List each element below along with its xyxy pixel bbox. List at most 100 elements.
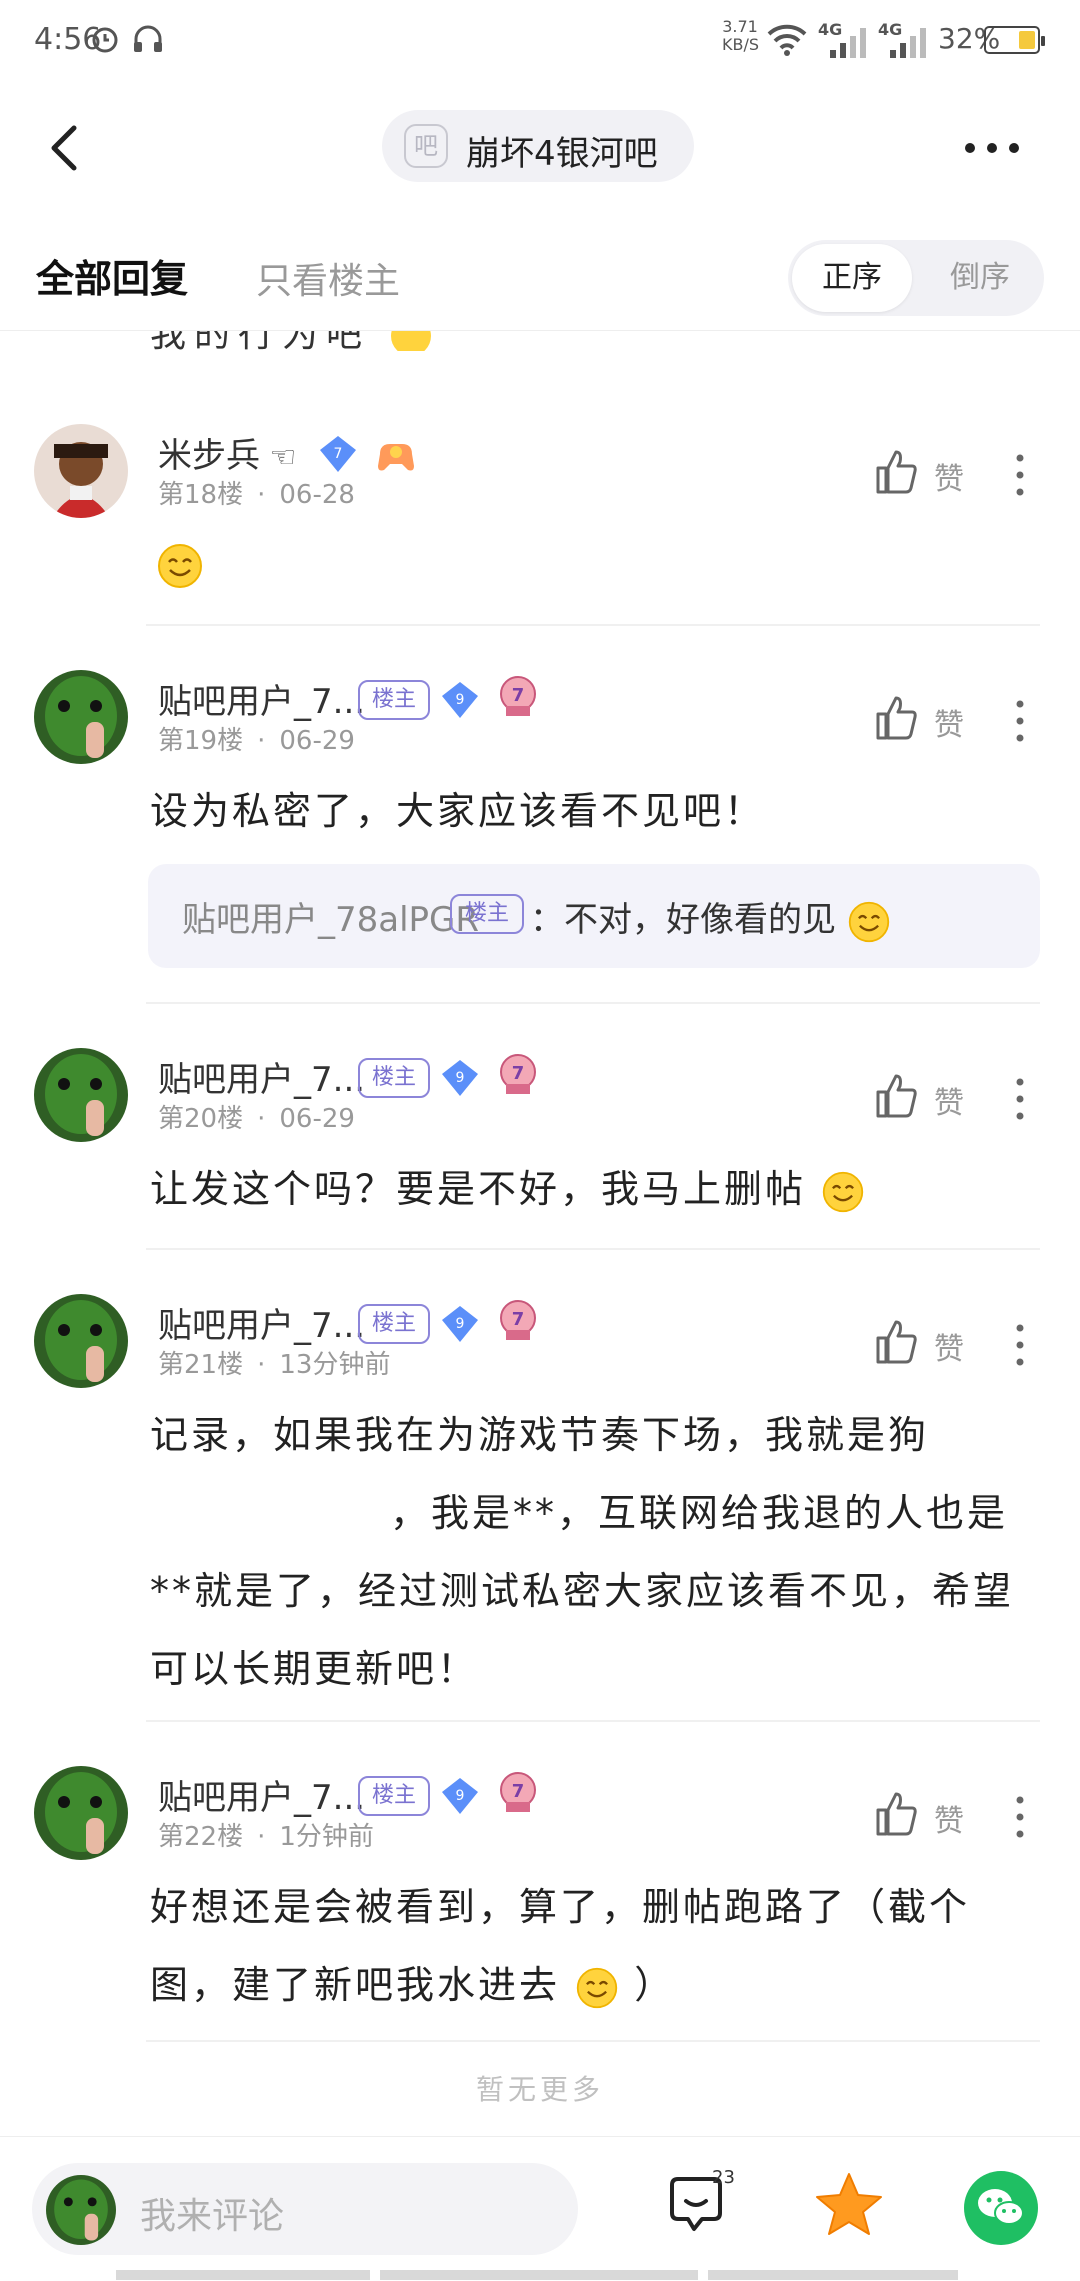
comment-placeholder: 我来评论 xyxy=(140,2196,285,2237)
svg-text:9: 9 xyxy=(456,1070,465,1086)
signal-icon: 4G xyxy=(818,20,868,58)
no-more-text: 暂无更多 xyxy=(475,2073,604,2106)
post-content: 设为私密了，大家应该看不见吧！ xyxy=(150,789,766,833)
sort-desc-button[interactable]: 倒序 xyxy=(920,244,1040,312)
star-icon[interactable] xyxy=(814,2171,884,2237)
divider xyxy=(146,1002,1040,1004)
svg-text:7: 7 xyxy=(512,685,525,706)
username[interactable]: 米步兵 ☜ xyxy=(158,428,296,477)
thumbs-up-icon xyxy=(876,450,917,494)
tab-all-replies[interactable]: 全部回复 xyxy=(36,248,188,303)
sub-reply-text: ：不对，好像看的见 xyxy=(530,892,891,944)
smile-emoji-icon xyxy=(391,331,432,351)
reply-filter-tabs: 全部回复 只看楼主 正序 倒序 xyxy=(0,230,1080,331)
more-options-icon[interactable] xyxy=(960,128,1024,168)
svg-text:9: 9 xyxy=(456,1316,465,1332)
like-button[interactable]: 赞 xyxy=(874,1072,984,1122)
smile-emoji-icon xyxy=(848,901,889,942)
sort-order-toggle: 正序 倒序 xyxy=(788,240,1044,316)
back-arrow-icon[interactable] xyxy=(40,120,90,176)
like-button[interactable]: 赞 xyxy=(874,448,984,498)
owner-badge: 楼主 xyxy=(358,680,430,720)
bottom-action-bar: 我来评论 23 xyxy=(0,2136,1080,2281)
avatar[interactable] xyxy=(34,670,128,764)
thumbs-up-icon xyxy=(876,1074,917,1118)
level-gem-icon: 9 xyxy=(442,682,478,718)
like-button[interactable]: 赞 xyxy=(874,694,984,744)
thumbs-up-icon xyxy=(876,1792,917,1836)
post-meta: 第20楼 · 06-29 xyxy=(158,1104,355,1134)
owner-badge: 楼主 xyxy=(358,1776,430,1816)
thumbs-up-icon xyxy=(876,1320,917,1364)
sort-asc-button[interactable]: 正序 xyxy=(792,244,912,312)
level-gem-icon: 7 xyxy=(320,436,356,472)
smile-emoji-icon xyxy=(158,544,202,588)
owner-badge: 楼主 xyxy=(450,894,524,934)
post-meta: 第21楼 · 13分钟前 xyxy=(158,1350,391,1380)
divider xyxy=(146,1720,1040,1722)
post-meta: 第22楼 · 1分钟前 xyxy=(158,1822,374,1852)
level-gem-icon: 9 xyxy=(442,1778,478,1814)
avatar[interactable] xyxy=(34,1294,128,1388)
thumbs-up-icon xyxy=(876,696,917,740)
post-more-icon[interactable] xyxy=(1010,1792,1030,1842)
username[interactable]: 贴吧用户_7... xyxy=(158,674,365,723)
smile-emoji-icon xyxy=(822,1171,864,1212)
owner-badge: 楼主 xyxy=(358,1304,430,1344)
sub-reply[interactable]: 贴吧用户_78alPGR 楼主 ：不对，好像看的见 xyxy=(148,864,1040,968)
forum-badge-icon: 吧 xyxy=(404,124,448,168)
username[interactable]: 贴吧用户_7... xyxy=(158,1298,365,1347)
tab-owner-only[interactable]: 只看楼主 xyxy=(256,252,400,304)
sub-reply-username[interactable]: 贴吧用户_78alPGR xyxy=(182,892,479,941)
divider xyxy=(146,2040,1040,2042)
like-button[interactable]: 赞 xyxy=(874,1790,984,1840)
alarm-icon xyxy=(92,27,118,53)
svg-text:9: 9 xyxy=(456,692,465,708)
like-button[interactable]: 赞 xyxy=(874,1318,984,1368)
net-speed: 3.71 KB/S xyxy=(722,17,760,54)
post-content: 记录，如果我在为游戏节奏下场，我就是狗 ，我是**，互联网给我退的人也是 **就… xyxy=(150,1413,1015,1691)
svg-text:7: 7 xyxy=(334,446,343,462)
post-meta: 第19楼 · 06-29 xyxy=(158,726,355,756)
signal-icon: 4G xyxy=(878,20,928,58)
headset-icon xyxy=(134,25,162,52)
medal-icon: 7 xyxy=(500,1772,536,1812)
avatar[interactable] xyxy=(34,1048,128,1142)
partial-content-text: 我的行为吧 xyxy=(150,331,370,351)
nav-indicator xyxy=(380,2270,698,2280)
level-gem-icon: 9 xyxy=(442,1306,478,1342)
username[interactable]: 贴吧用户_7... xyxy=(158,1052,365,1101)
post-content: 让发这个吗？要是不好，我马上删帖 xyxy=(150,1150,865,1228)
avatar[interactable] xyxy=(34,1766,128,1860)
gamepad-medal-icon xyxy=(378,444,414,471)
comment-input[interactable]: 我来评论 xyxy=(32,2163,578,2255)
username[interactable]: 贴吧用户_7... xyxy=(158,1770,365,1819)
nav-indicator xyxy=(116,2270,370,2280)
status-bar: 4:56 3.71 KB/S 4G 4G 32% xyxy=(0,0,1080,80)
owner-badge: 楼主 xyxy=(358,1058,430,1098)
nav-indicator xyxy=(708,2270,958,2280)
post-more-icon[interactable] xyxy=(1010,1320,1030,1370)
medal-icon: 7 xyxy=(500,676,536,716)
post-more-icon[interactable] xyxy=(1010,1074,1030,1124)
battery-icon xyxy=(984,26,1045,54)
svg-text:9: 9 xyxy=(456,1788,465,1804)
wechat-share-icon[interactable] xyxy=(964,2171,1038,2245)
top-nav: 吧 崩坏4银河吧 xyxy=(0,100,1080,196)
svg-text:7: 7 xyxy=(512,1781,525,1802)
level-gem-icon: 9 xyxy=(442,1060,478,1096)
wifi-icon xyxy=(767,24,807,56)
medal-icon: 7 xyxy=(500,1300,536,1340)
avatar[interactable] xyxy=(34,424,128,518)
post-more-icon[interactable] xyxy=(1010,696,1030,746)
divider xyxy=(146,624,1040,626)
post-content: 好想还是会被看到，算了，删帖跑路了（截个 图，建了新吧我水进去 ） xyxy=(150,1868,1030,2024)
post-more-icon[interactable] xyxy=(1010,450,1030,500)
avatar xyxy=(46,2175,116,2245)
smile-emoji-icon xyxy=(576,1967,618,2008)
comment-count: 23 xyxy=(712,2167,735,2188)
medal-icon: 7 xyxy=(500,1054,536,1094)
forum-title-pill[interactable]: 吧 崩坏4银河吧 xyxy=(382,110,694,182)
divider xyxy=(146,1248,1040,1250)
svg-text:7: 7 xyxy=(512,1063,525,1084)
